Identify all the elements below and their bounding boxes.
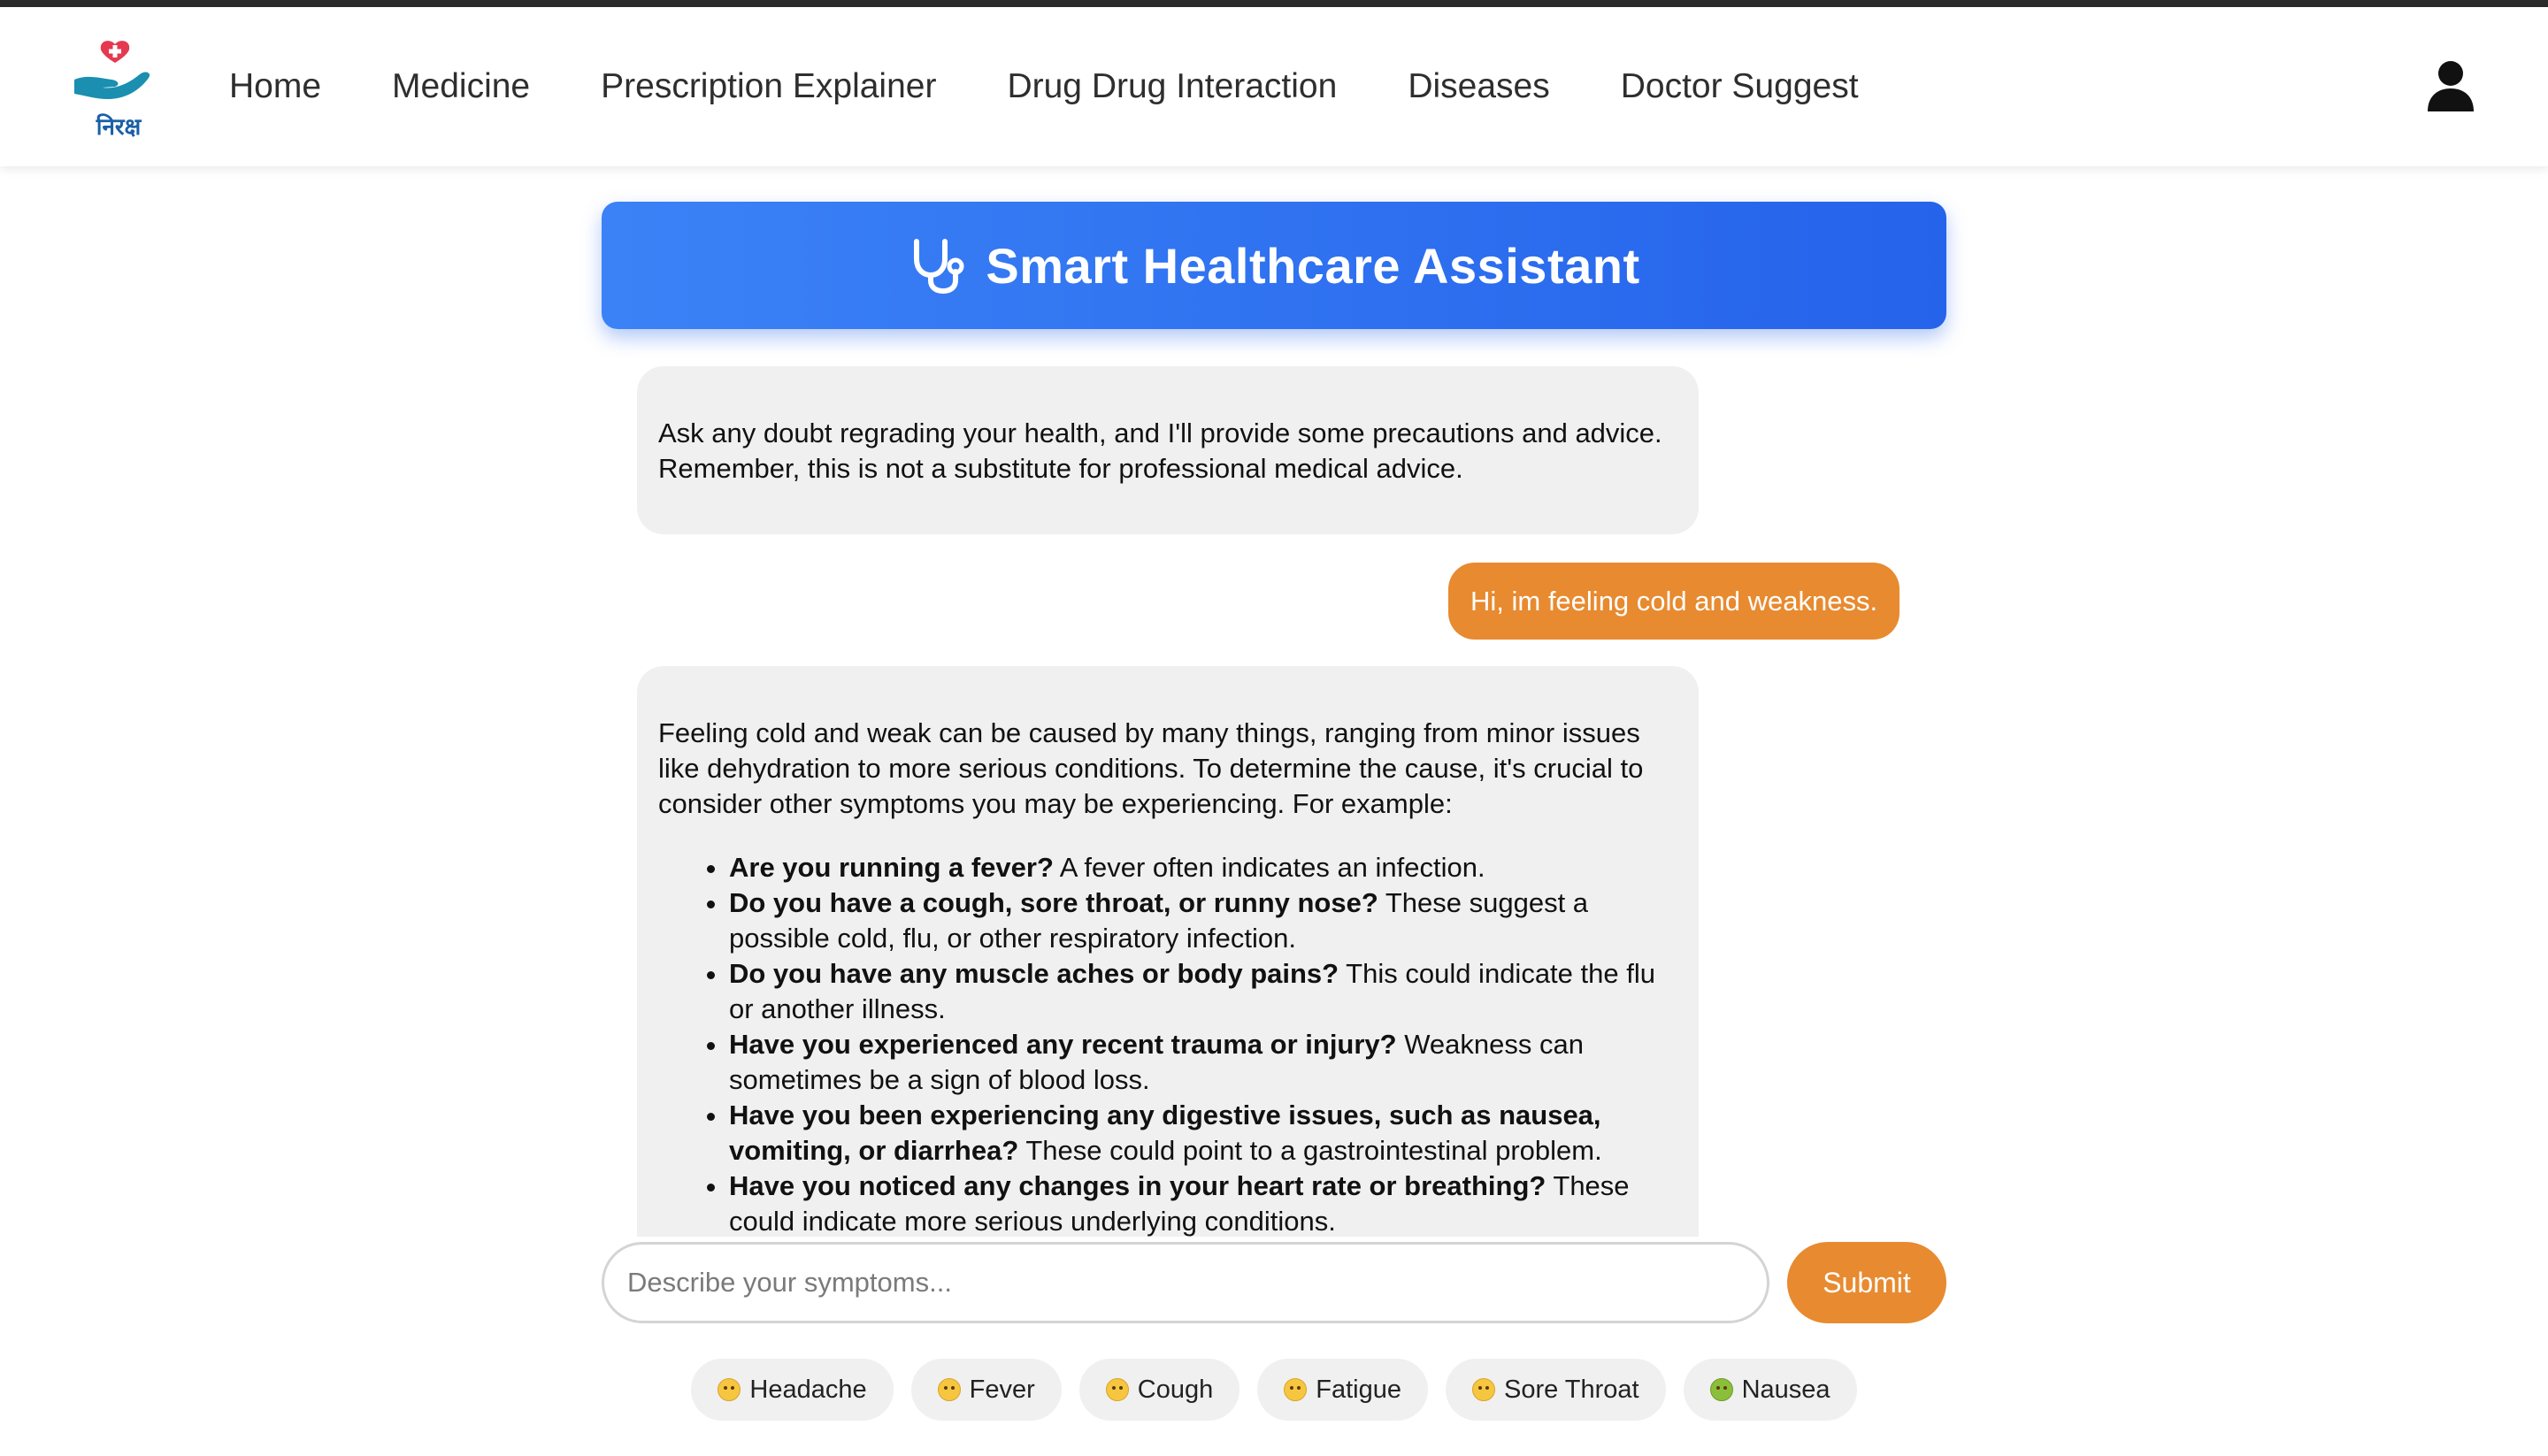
list-item: Have you been experiencing any digestive… [729, 1098, 1677, 1169]
list-item-bold: Have you experienced any recent trauma o… [729, 1029, 1397, 1060]
hand-heart-logo-icon [74, 41, 150, 99]
sweat-face-emoji-icon [1284, 1378, 1308, 1401]
bot-message-list: Are you running a fever? A fever often i… [658, 850, 1677, 1237]
bot-message-intro: Feeling cold and weak can be caused by m… [658, 717, 1644, 819]
symptom-chip-fatigue[interactable]: Fatigue [1257, 1359, 1428, 1421]
thermometer-face-emoji-icon [937, 1378, 961, 1401]
list-item: Are you running a fever? A fever often i… [729, 850, 1677, 885]
user-message-text: Hi, im feeling cold and weakness. [1470, 585, 1878, 617]
navbar: निरक्ष Home Medicine Prescription Explai… [0, 7, 2548, 166]
nav-drug-drug-interaction[interactable]: Drug Drug Interaction [1007, 67, 1337, 106]
chip-label: Fever [969, 1375, 1035, 1404]
chip-label: Fatigue [1316, 1375, 1401, 1404]
bot-message-text: Ask any doubt regrading your health, and… [658, 418, 1662, 484]
sad-face-emoji-icon [1471, 1378, 1495, 1401]
symptom-chip-fever[interactable]: Fever [910, 1359, 1062, 1421]
user-icon[interactable] [2426, 60, 2475, 113]
top-strip [0, 0, 2548, 7]
chip-label: Cough [1137, 1375, 1214, 1404]
symptom-chip-sore-throat[interactable]: Sore Throat [1445, 1359, 1666, 1421]
list-item-text: These could point to a gastrointestinal … [1018, 1135, 1602, 1166]
nav-medicine[interactable]: Medicine [392, 67, 530, 106]
chip-label: Headache [749, 1375, 867, 1404]
list-item-bold: Are you running a fever? [729, 852, 1054, 883]
symptom-chip-nausea[interactable]: Nausea [1683, 1359, 1857, 1421]
symptoms-input[interactable] [602, 1242, 1769, 1323]
nav-links: Home Medicine Prescription Explainer Dru… [229, 7, 1930, 166]
chip-label: Sore Throat [1503, 1375, 1639, 1404]
symptom-chips: Headache Fever Cough Fatigue Sore Throat… [0, 1359, 2548, 1421]
chip-label: Nausea [1741, 1375, 1830, 1404]
logo[interactable]: निरक्ष [69, 39, 168, 141]
nav-home[interactable]: Home [229, 67, 321, 106]
symptom-chip-headache[interactable]: Headache [691, 1359, 894, 1421]
bot-message: Ask any doubt regrading your health, and… [637, 366, 1699, 534]
logo-text: निरक्ष [96, 114, 142, 141]
face-exhaling-emoji-icon [1105, 1378, 1129, 1401]
nav-diseases[interactable]: Diseases [1408, 67, 1549, 106]
user-message: Hi, im feeling cold and weakness. [1448, 563, 1900, 640]
header-banner: Smart Healthcare Assistant [602, 202, 1946, 329]
chat-container[interactable]: Ask any doubt regrading your health, and… [602, 354, 1946, 1237]
page-title: Smart Healthcare Assistant [986, 237, 1640, 294]
list-item: Have you experienced any recent trauma o… [729, 1027, 1677, 1098]
head-bandage-emoji-icon [718, 1378, 741, 1401]
list-item-bold: Do you have any muscle aches or body pai… [729, 958, 1339, 989]
nav-prescription-explainer[interactable]: Prescription Explainer [601, 67, 936, 106]
list-item: Do you have a cough, sore throat, or run… [729, 885, 1677, 956]
symptom-chip-cough[interactable]: Cough [1078, 1359, 1240, 1421]
list-item-bold: Have you noticed any changes in your hea… [729, 1170, 1546, 1201]
nav-doctor-suggest[interactable]: Doctor Suggest [1621, 67, 1859, 106]
stethoscope-icon [914, 239, 964, 295]
bot-message: Feeling cold and weak can be caused by m… [637, 666, 1699, 1237]
submit-button[interactable]: Submit [1787, 1242, 1946, 1323]
nauseated-face-emoji-icon [1709, 1378, 1733, 1401]
list-item-text: A fever often indicates an infection. [1053, 852, 1485, 883]
list-item: Do you have any muscle aches or body pai… [729, 956, 1677, 1027]
list-item: Have you noticed any changes in your hea… [729, 1169, 1677, 1237]
list-item-bold: Do you have a cough, sore throat, or run… [729, 887, 1378, 918]
